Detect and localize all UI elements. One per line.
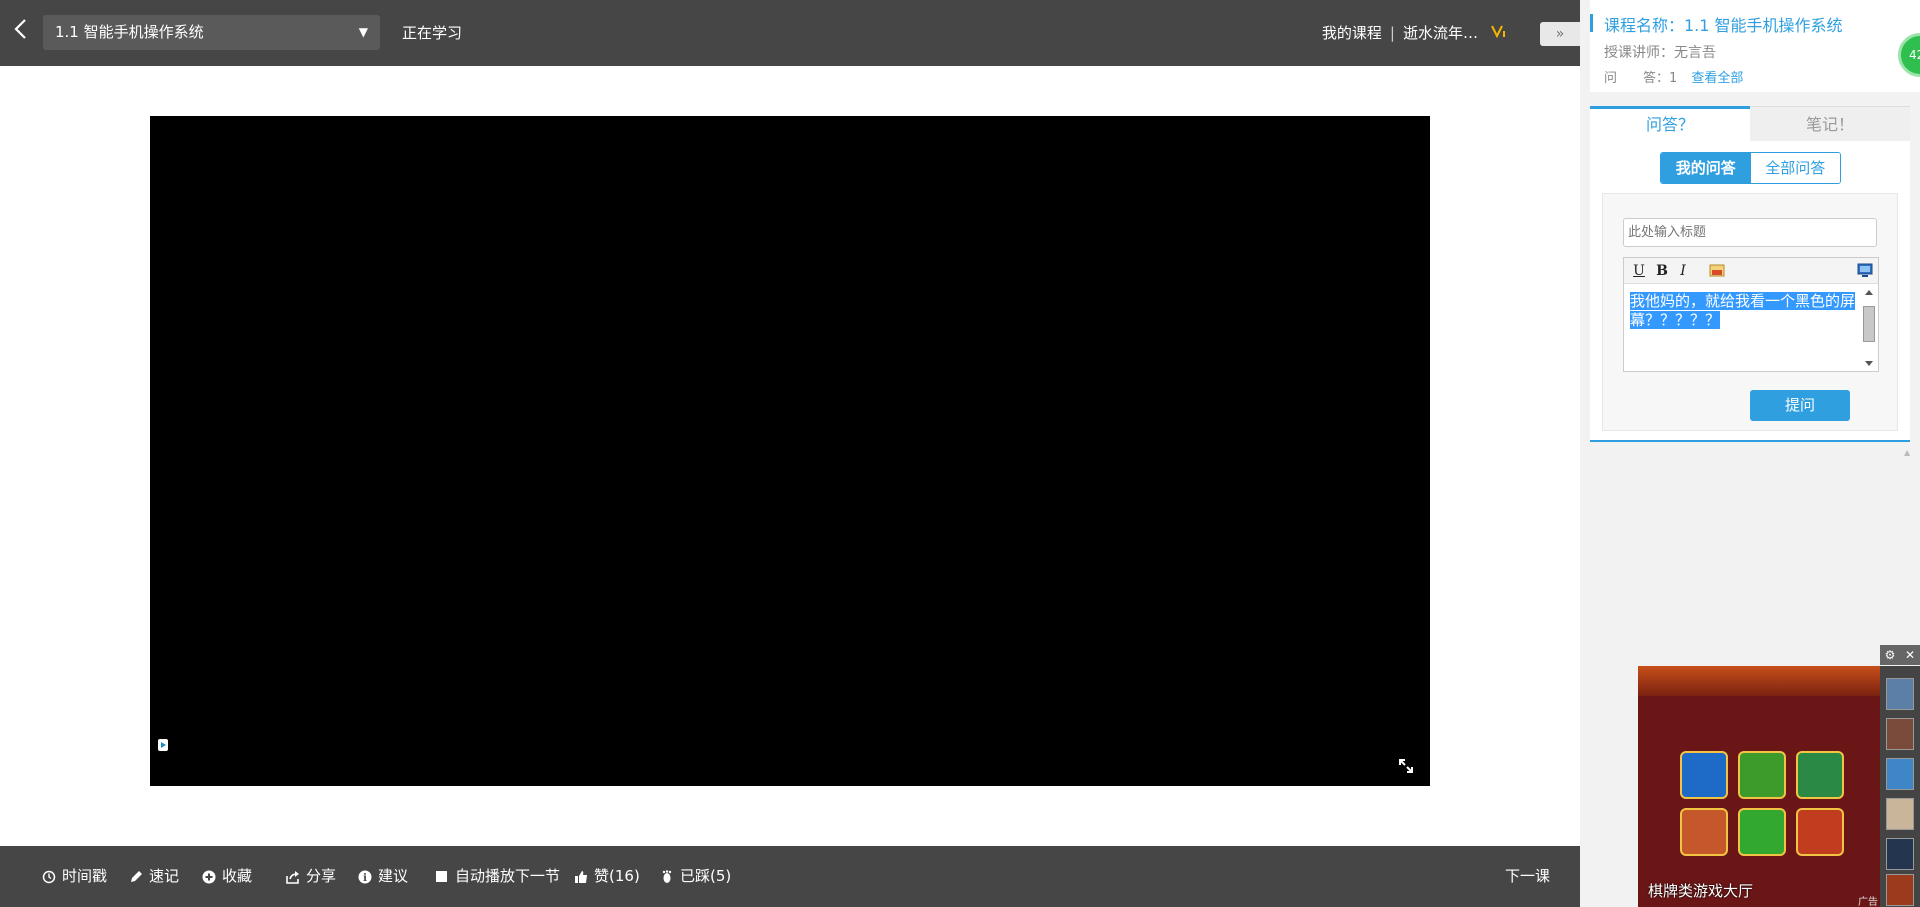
ad-close-icon[interactable]: ✕	[1900, 645, 1920, 665]
favorite-label: 收藏	[222, 867, 253, 885]
question-title-input[interactable]	[1623, 218, 1877, 247]
accent-bar	[1590, 14, 1593, 32]
like-label: 赞(16)	[594, 867, 640, 885]
share-icon	[286, 870, 299, 884]
editor-toolbar: U B I	[1624, 258, 1878, 284]
ad-thumbnail[interactable]	[1886, 678, 1914, 710]
italic-icon[interactable]: I	[1674, 262, 1692, 280]
suggest-label: 建议	[378, 867, 409, 885]
ad-tag: 广告	[1858, 897, 1878, 907]
view-all-link[interactable]: 查看全部	[1691, 71, 1743, 86]
thumbs-up-icon	[575, 870, 587, 883]
ad-game-tile	[1738, 808, 1786, 856]
top-right-links: 我的课程 | 逝水流年…	[1322, 22, 1478, 43]
pencil-icon	[131, 870, 142, 882]
editor-content[interactable]: 我他妈的，就给我看一个黑色的屏幕？？？？？	[1630, 292, 1858, 364]
editor-selected-text: 我他妈的，就给我看一个黑色的屏幕？？？？？	[1630, 292, 1856, 329]
ad-game-tile	[1738, 751, 1786, 799]
all-qa-button[interactable]: 全部问答	[1750, 153, 1840, 183]
editor-scrollbar[interactable]	[1862, 288, 1876, 368]
autoplay-next-checkbox[interactable]: 自动播放下一节	[436, 846, 560, 907]
suggest-button[interactable]: i 建议	[358, 846, 408, 907]
lesson-select-value: 1.1 智能手机操作系统	[55, 23, 204, 41]
float-badge[interactable]: 42	[1898, 33, 1920, 77]
bold-icon[interactable]: B	[1653, 262, 1671, 280]
like-button[interactable]: 赞(16)	[574, 846, 640, 907]
my-courses-link[interactable]: 我的课程	[1322, 22, 1382, 43]
separator: |	[1389, 23, 1395, 42]
back-arrow-icon[interactable]	[10, 16, 32, 42]
ad-controls: ⚙ ✕	[1880, 645, 1920, 665]
next-lesson-button[interactable]: 下一课	[1505, 846, 1550, 907]
ad-game-tile	[1796, 808, 1844, 856]
favorite-button[interactable]: 收藏	[202, 846, 252, 907]
ad-game-tile	[1796, 751, 1844, 799]
trample-button[interactable]: 已踩(5)	[660, 846, 731, 907]
vip-level-icon[interactable]	[1490, 22, 1508, 40]
lesson-select[interactable]: 1.1 智能手机操作系统 ▼	[43, 15, 380, 50]
tab-notes[interactable]: 笔记！	[1750, 106, 1910, 141]
question-form: U B I 我他妈的，就给我看一个黑色的屏幕？？？？？	[1602, 193, 1898, 431]
collapse-panel-button[interactable]: »	[1540, 22, 1580, 46]
footprint-icon	[662, 869, 672, 883]
qa-count-label: 问 答：1	[1604, 71, 1678, 86]
ad-thumbnail[interactable]	[1886, 838, 1914, 870]
course-info: 课程名称：1.1 智能手机操作系统 授课讲师：无言吾 问 答：1 查看全部 42	[1590, 0, 1920, 92]
ad-settings-gear-icon[interactable]: ⚙	[1880, 645, 1900, 665]
course-name: 课程名称：1.1 智能手机操作系统	[1604, 16, 1843, 35]
timestamp-button[interactable]: 时间戳	[42, 846, 107, 907]
ad-thumbnail[interactable]	[1886, 718, 1914, 750]
ask-question-button[interactable]: 提问	[1750, 390, 1850, 421]
ad-thumbnail[interactable]	[1886, 758, 1914, 790]
panel-tabs: 问答？ 笔记！	[1590, 106, 1910, 141]
share-label: 分享	[306, 867, 337, 885]
tab-qa[interactable]: 问答？	[1590, 106, 1750, 141]
user-name-link[interactable]: 逝水流年…	[1403, 22, 1478, 43]
insert-image-icon[interactable]	[1708, 262, 1726, 280]
info-icon: i	[358, 870, 372, 884]
underline-icon[interactable]: U	[1630, 262, 1648, 280]
video-player[interactable]	[150, 116, 1430, 786]
ad-thumbnail-strip	[1880, 666, 1920, 907]
monitor-icon[interactable]	[1856, 262, 1874, 280]
ad-thumbnail[interactable]	[1886, 874, 1914, 906]
quick-note-label: 速记	[149, 867, 180, 885]
checkbox[interactable]	[436, 871, 447, 882]
ad-banner-header	[1638, 666, 1880, 696]
qa-count: 问 答：1 查看全部	[1604, 67, 1743, 86]
chevron-down-icon: ▼	[358, 25, 368, 39]
ad-thumbnail[interactable]	[1886, 798, 1914, 830]
qa-panel: 我的问答 全部问答 U B I	[1590, 141, 1910, 442]
top-bar: 1.1 智能手机操作系统 ▼ 正在学习 我的课程 | 逝水流年… »	[0, 0, 1580, 66]
scroll-up-icon[interactable]: ▲	[1904, 448, 1914, 457]
scrollbar-thumb[interactable]	[1863, 306, 1875, 342]
plus-circle-icon	[202, 870, 216, 883]
now-learning-label: 正在学习	[402, 24, 463, 42]
teacher-name: 授课讲师：无言吾	[1604, 45, 1716, 61]
svg-text:i: i	[363, 873, 367, 884]
advertisement-image[interactable]	[1638, 666, 1880, 907]
bottom-toolbar: 时间戳 速记 收藏 分享 i 建议 自动播放下一节 赞(16) 已踩(5) 下一…	[0, 846, 1580, 907]
rich-text-editor[interactable]: U B I 我他妈的，就给我看一个黑色的屏幕？？？？？	[1623, 257, 1879, 372]
play-icon[interactable]	[158, 739, 168, 751]
my-qa-button[interactable]: 我的问答	[1661, 153, 1751, 183]
timestamp-label: 时间戳	[62, 867, 108, 885]
clock-icon	[42, 870, 56, 883]
share-button[interactable]: 分享	[286, 846, 336, 907]
fullscreen-icon[interactable]	[1398, 758, 1414, 774]
ad-game-tile	[1680, 808, 1728, 856]
trample-label: 已踩(5)	[680, 867, 732, 885]
qa-filter-toggle: 我的问答 全部问答	[1660, 152, 1841, 184]
ad-caption: 棋牌类游戏大厅	[1648, 882, 1754, 900]
ad-game-tile	[1680, 751, 1728, 799]
autoplay-next-label: 自动播放下一节	[455, 867, 561, 885]
quick-note-button[interactable]: 速记	[129, 846, 179, 907]
